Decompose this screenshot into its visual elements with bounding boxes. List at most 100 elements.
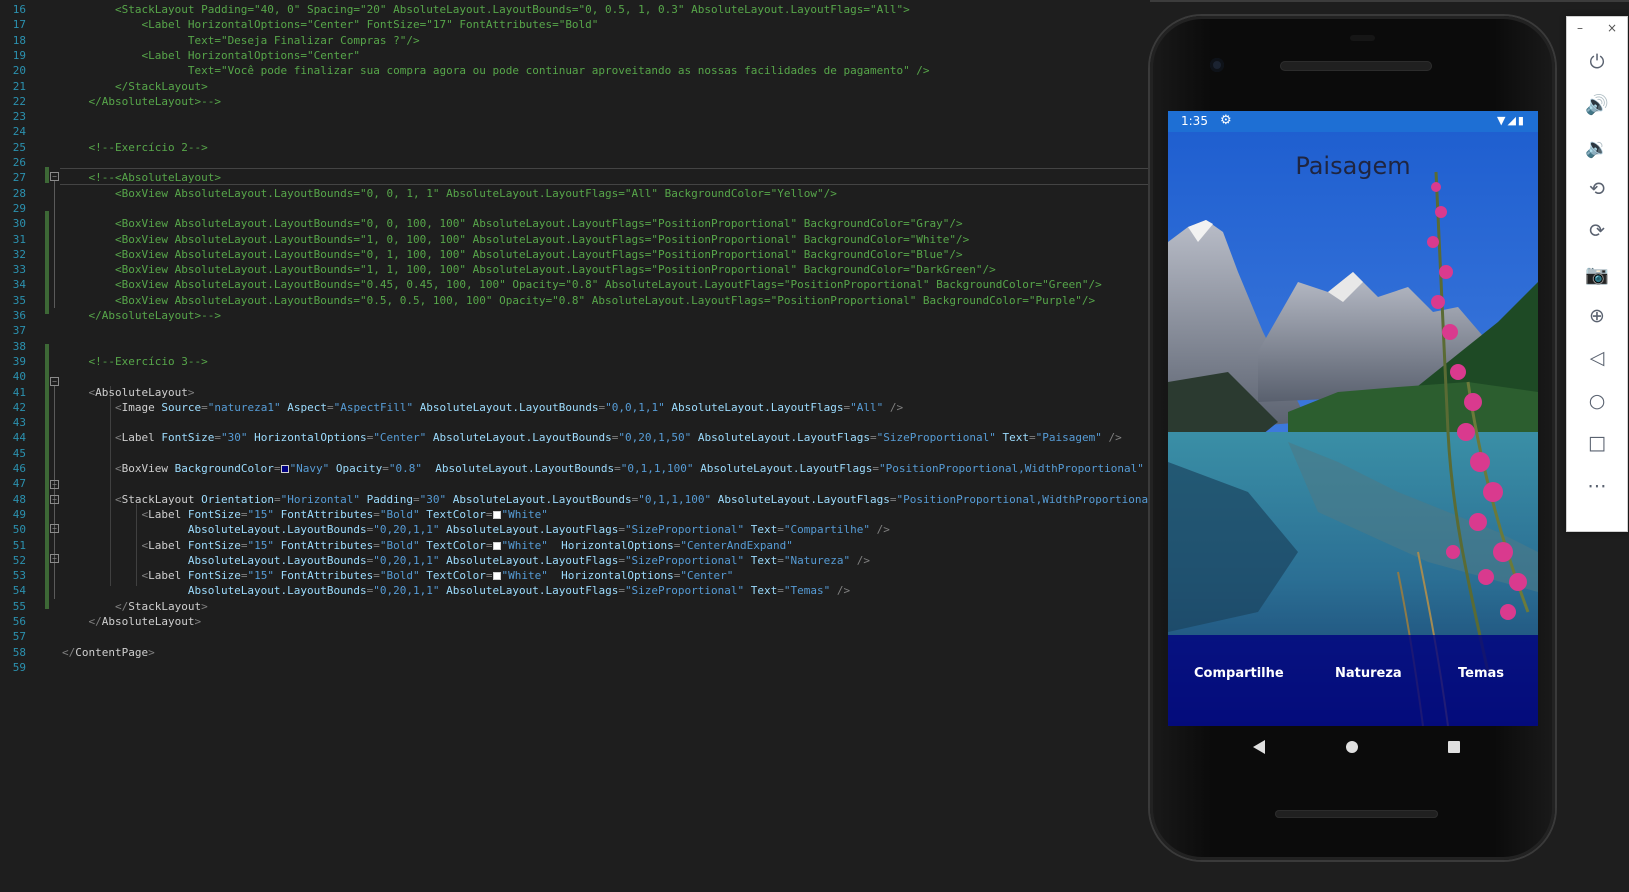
code-line[interactable]: 37 <box>0 323 1150 338</box>
code-line[interactable]: 25 <!--Exercício 2--> <box>0 140 1150 155</box>
code-token: FontSize <box>187 538 241 552</box>
code-line[interactable]: 26 <box>0 155 1150 170</box>
back-icon[interactable]: ◁ <box>1567 338 1627 378</box>
phone-screen[interactable]: 1:35 ⚙ ▼◢▮ Paisagem Compartilhe Natureza… <box>1168 111 1538 726</box>
code-token: AbsoluteLayout.LayoutFlags <box>697 431 871 445</box>
code-line[interactable]: 24 <box>0 124 1150 139</box>
line-number: 32 <box>12 247 26 261</box>
code-line[interactable]: 27 <!--<AbsoluteLayout> <box>0 170 1150 185</box>
code-line[interactable]: 57 <box>0 629 1150 644</box>
line-number: 23 <box>12 110 26 124</box>
code-token: /> <box>876 523 890 537</box>
code-line[interactable]: 49 <Label FontSize="15" FontAttributes="… <box>0 507 1150 522</box>
code-line[interactable]: 28 <BoxView AbsoluteLayout.LayoutBounds=… <box>0 186 1150 201</box>
code-token: "PositionProportional,WidthProportional" <box>879 462 1151 475</box>
code-token: = <box>201 400 208 414</box>
code-token: < <box>62 507 149 521</box>
code-token: FontAttributes <box>280 538 374 552</box>
code-line[interactable]: 48 <StackLayout Orientation="Horizontal"… <box>0 492 1168 507</box>
code-token: = <box>777 523 784 537</box>
code-token: = <box>1029 431 1036 445</box>
volume-down-icon[interactable]: 🔉 <box>1567 127 1627 167</box>
code-line[interactable]: 21 </StackLayout> <box>0 79 1150 94</box>
code-line[interactable]: 58 </ContentPage> <box>0 645 1150 660</box>
code-token: "Horizontal" <box>280 492 367 506</box>
code-line[interactable]: 32 <BoxView AbsoluteLayout.LayoutBounds=… <box>0 247 1150 262</box>
code-line[interactable]: 29 <box>0 201 1150 216</box>
line-code: <BoxView AbsoluteLayout.LayoutBounds="0.… <box>62 293 1095 308</box>
code-line[interactable]: 46 <BoxView BackgroundColor= "Navy" Opaci… <box>0 461 1164 476</box>
code-line[interactable]: 16 <StackLayout Padding="40, 0" Spacing=… <box>0 2 1150 17</box>
nav-back-icon[interactable] <box>1253 740 1265 754</box>
code-line[interactable]: 51 <Label FontSize="15" FontAttributes="… <box>0 538 1150 553</box>
rotate-left-icon[interactable]: ⟲ <box>1567 169 1627 209</box>
code-token: ContentPage <box>75 645 149 659</box>
code-token: "SizeProportional" <box>876 431 1003 445</box>
zoom-icon[interactable]: ⊕ <box>1567 296 1627 336</box>
code-line[interactable]: 54 AbsoluteLayout.LayoutBounds = "0,20,1,1… <box>0 583 1150 598</box>
code-editor[interactable]: − − − − − − 16 <StackLayout Padding="40,… <box>0 0 1168 892</box>
temas-label[interactable]: Temas <box>1458 666 1504 681</box>
code-line[interactable]: 45 <box>0 446 1150 461</box>
line-number: 28 <box>12 186 26 200</box>
rotate-right-icon[interactable]: ⟳ <box>1567 211 1627 251</box>
code-token: HorizontalOptions <box>561 569 674 583</box>
code-line[interactable]: 31 <BoxView AbsoluteLayout.LayoutBounds=… <box>0 232 1150 247</box>
home-icon[interactable]: ○ <box>1567 381 1627 421</box>
compartilhe-label[interactable]: Compartilhe <box>1194 666 1284 681</box>
nav-home-icon[interactable] <box>1346 741 1358 753</box>
power-icon[interactable]: ⏻ <box>1567 42 1627 82</box>
code-line[interactable]: 36 </AbsoluteLayout>--> <box>0 308 1150 323</box>
code-token: "CenterAndExpand" <box>680 538 793 552</box>
natureza-label[interactable]: Natureza <box>1335 666 1402 681</box>
line-code: </AbsoluteLayout>--> <box>62 94 220 109</box>
code-line[interactable]: 38 <box>0 339 1150 354</box>
code-line[interactable]: 55 </StackLayout> <box>0 599 1150 614</box>
close-icon[interactable]: × <box>1607 21 1617 35</box>
line-number: 35 <box>12 293 26 307</box>
code-line[interactable]: 20 Text="Você pode finalizar sua compra … <box>0 63 1150 78</box>
code-line[interactable]: 40 <box>0 369 1150 384</box>
code-line[interactable]: 19 <Label HorizontalOptions="Center" <box>0 48 1150 63</box>
code-line[interactable]: 59 <box>0 660 1150 675</box>
code-line[interactable]: 18 Text="Deseja Finalizar Compras ?"/> <box>0 33 1150 48</box>
code-line[interactable]: 35 <BoxView AbsoluteLayout.LayoutBounds=… <box>0 293 1150 308</box>
code-line[interactable]: 44 <Label FontSize="30" HorizontalOption… <box>0 430 1150 445</box>
code-token: < <box>62 385 96 399</box>
code-token: Label <box>148 569 188 583</box>
code-token: = <box>373 569 380 583</box>
code-line[interactable]: 52 AbsoluteLayout.LayoutBounds = "0,20,1,1… <box>0 553 1150 568</box>
line-code: <BoxView BackgroundColor= "Navy" Opacity=… <box>62 461 1164 476</box>
code-line[interactable]: 56 </AbsoluteLayout> <box>0 614 1150 629</box>
overview-icon[interactable]: □ <box>1567 423 1627 463</box>
code-line[interactable]: 53 <Label FontSize="15" FontAttributes="… <box>0 568 1150 583</box>
camera-icon[interactable]: 📷 <box>1567 254 1627 294</box>
line-number: 20 <box>12 64 26 78</box>
minimize-icon[interactable]: – <box>1577 21 1583 35</box>
code-line[interactable]: 17 <Label HorizontalOptions="Center" Fon… <box>0 17 1150 32</box>
more-icon[interactable]: ⋯ <box>1567 466 1627 506</box>
nav-recents-icon[interactable] <box>1448 741 1460 753</box>
code-token: TextColor <box>426 507 486 521</box>
code-token: = <box>872 462 879 475</box>
code-line[interactable]: 23 <box>0 109 1150 124</box>
code-token: <Label HorizontalOptions="Center" <box>62 48 361 62</box>
line-code: <!--Exercício 2--> <box>62 140 207 155</box>
earpiece-speaker <box>1280 61 1432 71</box>
code-line[interactable]: 41 <AbsoluteLayout> <box>0 385 1150 400</box>
code-line[interactable]: 34 <BoxView AbsoluteLayout.LayoutBounds=… <box>0 277 1150 292</box>
code-token: = <box>777 553 784 567</box>
code-line[interactable]: 39 <!--Exercício 3--> <box>0 354 1150 369</box>
line-number: 52 <box>12 553 26 567</box>
code-line[interactable]: 50 AbsoluteLayout.LayoutBounds = "0,20,1,1… <box>0 522 1150 537</box>
settings-gear-icon: ⚙ <box>1220 113 1232 128</box>
code-line[interactable]: 22 </AbsoluteLayout>--> <box>0 94 1150 109</box>
code-line[interactable]: 42 <Image Source="natureza1" Aspect="Asp… <box>0 400 1150 415</box>
line-code: </ContentPage> <box>62 645 155 660</box>
line-number: 44 <box>12 431 26 445</box>
code-line[interactable]: 30 <BoxView AbsoluteLayout.LayoutBounds=… <box>0 216 1150 231</box>
code-line[interactable]: 43 <box>0 415 1150 430</box>
volume-up-icon[interactable]: 🔊 <box>1567 84 1627 124</box>
code-line[interactable]: 47 <box>0 476 1150 491</box>
code-line[interactable]: 33 <BoxView AbsoluteLayout.LayoutBounds=… <box>0 262 1150 277</box>
